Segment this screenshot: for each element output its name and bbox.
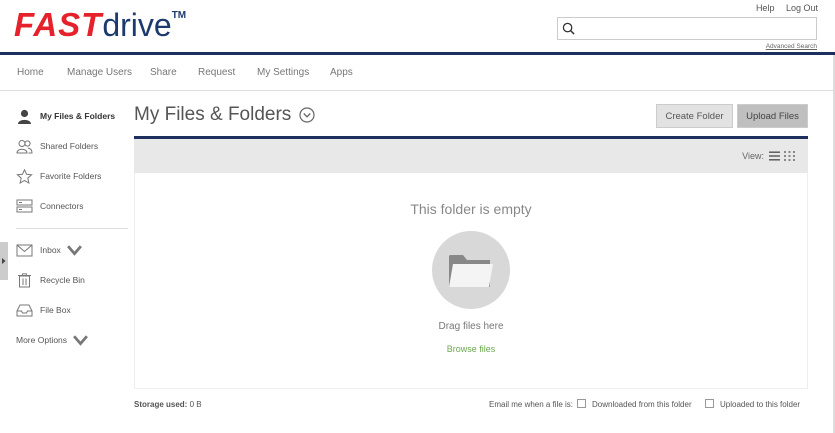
create-folder-button[interactable]: Create Folder bbox=[656, 104, 733, 128]
nav-apps[interactable]: Apps bbox=[330, 67, 353, 78]
sidebar-item-recycle-bin[interactable]: Recycle Bin bbox=[16, 271, 85, 289]
sidebar-item-connectors[interactable]: Connectors bbox=[16, 197, 83, 215]
more-options-label: More Options bbox=[16, 335, 68, 345]
sidebar-item-my-files[interactable]: My Files & Folders bbox=[16, 107, 115, 125]
storage-label: Storage used: bbox=[134, 400, 188, 409]
logo-fast: FAST bbox=[14, 6, 103, 43]
user-icon bbox=[18, 109, 31, 124]
nav-share[interactable]: Share bbox=[150, 67, 177, 78]
list-view-icon[interactable] bbox=[769, 151, 780, 161]
search-icon bbox=[562, 22, 575, 35]
downloaded-label: Downloaded from this folder bbox=[592, 400, 692, 409]
chevron-down-circle-icon[interactable] bbox=[299, 107, 315, 123]
notify-downloaded-option[interactable]: Downloaded from this folder bbox=[577, 399, 692, 409]
sidebar-item-label: File Box bbox=[40, 305, 71, 315]
empty-folder-illustration bbox=[432, 231, 510, 309]
chevron-down-icon bbox=[73, 334, 88, 346]
sidebar-toggle-handle[interactable] bbox=[0, 242, 8, 280]
tray-icon bbox=[16, 304, 33, 316]
folder-icon bbox=[449, 255, 493, 287]
top-links: Help Log Out bbox=[747, 3, 818, 13]
nav-my-settings[interactable]: My Settings bbox=[257, 67, 309, 78]
uploaded-checkbox[interactable] bbox=[705, 399, 714, 409]
notify-uploaded-option[interactable]: Uploaded to this folder bbox=[705, 399, 801, 409]
sidebar-item-label: Favorite Folders bbox=[40, 171, 102, 181]
envelope-icon bbox=[16, 244, 33, 256]
sidebar-item-inbox[interactable]: Inbox bbox=[16, 241, 90, 259]
nav-request[interactable]: Request bbox=[198, 67, 235, 78]
chevron-down-icon[interactable] bbox=[66, 243, 83, 258]
sidebar-divider bbox=[16, 228, 128, 229]
sidebar-item-file-box[interactable]: File Box bbox=[16, 301, 71, 319]
trash-icon bbox=[18, 272, 31, 287]
upload-files-button[interactable]: Upload Files bbox=[737, 104, 808, 128]
fastdrive-logo[interactable]: FASTdriveTM bbox=[14, 6, 186, 46]
page-title-text: My Files & Folders bbox=[134, 104, 292, 125]
sidebar-item-label: My Files & Folders bbox=[40, 111, 116, 121]
main-nav: Home Manage Users Share Request My Setti… bbox=[0, 55, 835, 91]
sidebar-item-label: Shared Folders bbox=[40, 141, 99, 151]
drag-files-text: Drag files here bbox=[438, 321, 504, 332]
sidebar-item-favorite-folders[interactable]: Favorite Folders bbox=[16, 167, 101, 185]
uploaded-label: Uploaded to this folder bbox=[720, 400, 801, 409]
view-label: View: bbox=[742, 151, 764, 161]
connector-icon bbox=[16, 199, 33, 212]
empty-folder-title: This folder is empty bbox=[410, 201, 532, 217]
search-box[interactable] bbox=[557, 17, 817, 40]
nav-home[interactable]: Home bbox=[17, 67, 44, 78]
view-bar: View: bbox=[134, 139, 808, 173]
sidebar-item-label: Recycle Bin bbox=[40, 275, 85, 285]
storage-info: Storage used: 0 B bbox=[134, 400, 202, 409]
sidebar-item-shared-folders[interactable]: Shared Folders bbox=[16, 137, 98, 155]
logout-link[interactable]: Log Out bbox=[786, 3, 818, 13]
page-title: My Files & Folders bbox=[134, 104, 315, 126]
chevron-right-icon bbox=[2, 258, 6, 264]
logo-drive: drive bbox=[102, 7, 172, 43]
sidebar-item-label: Inbox bbox=[40, 245, 61, 255]
browse-files-link[interactable]: Browse files bbox=[134, 344, 808, 354]
downloaded-checkbox[interactable] bbox=[577, 399, 586, 409]
users-icon bbox=[16, 139, 33, 153]
storage-value: 0 B bbox=[189, 400, 202, 409]
advanced-search-link[interactable]: Advanced Search bbox=[766, 43, 817, 50]
search-input[interactable] bbox=[580, 20, 814, 39]
grid-view-icon[interactable] bbox=[784, 151, 795, 161]
top-bar: FASTdriveTM Help Log Out Advanced Search bbox=[0, 0, 835, 52]
nav-manage-users[interactable]: Manage Users bbox=[67, 67, 132, 78]
logo-tm: TM bbox=[171, 10, 187, 21]
email-notify-label: Email me when a file is: bbox=[489, 400, 574, 409]
help-link[interactable]: Help bbox=[756, 3, 775, 13]
more-options[interactable]: More Options bbox=[16, 331, 96, 349]
sidebar-item-label: Connectors bbox=[40, 201, 84, 211]
star-icon bbox=[16, 168, 33, 184]
